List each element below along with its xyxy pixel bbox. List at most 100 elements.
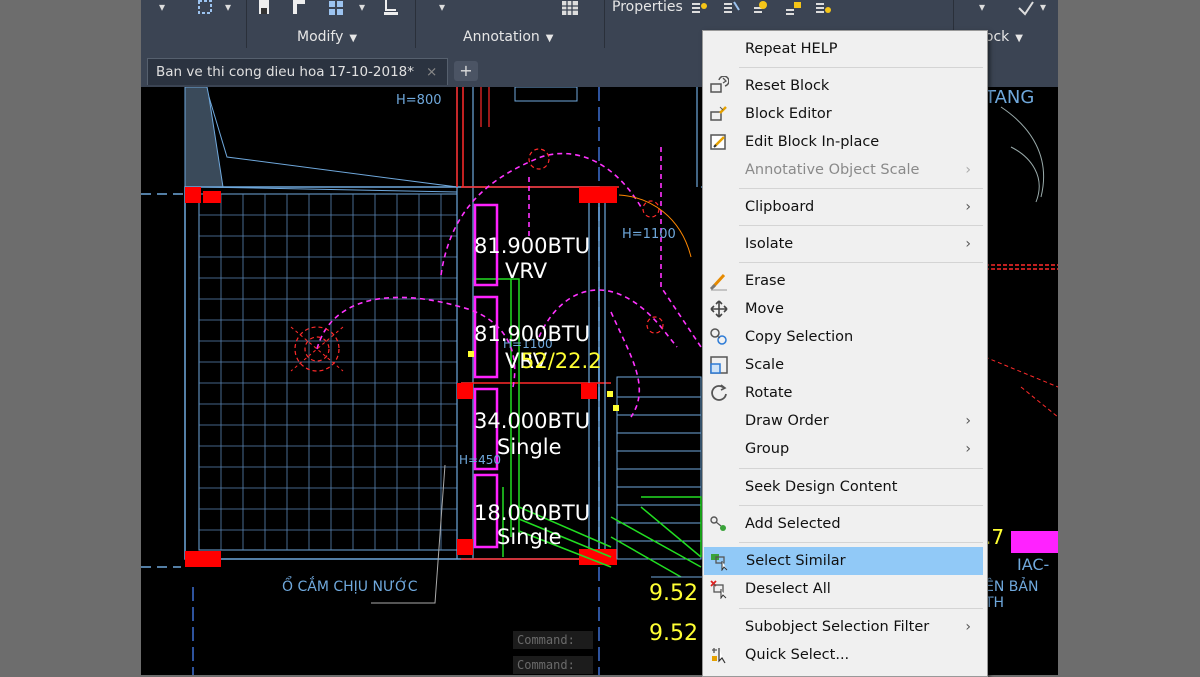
close-icon[interactable]: ×: [426, 64, 437, 80]
dimension-label: 9.52: [649, 621, 698, 646]
layer-icon[interactable]: [753, 0, 771, 16]
menu-item-add-selected[interactable]: Add Selected: [703, 510, 985, 538]
menu-item-edit-block-in-place[interactable]: Edit Block In-place: [703, 128, 985, 156]
deselect-icon: [710, 580, 727, 599]
ribbon-separator: [604, 0, 605, 48]
column: [581, 383, 597, 399]
red-line: [480, 87, 490, 127]
menu-item-seek-design-content[interactable]: Seek Design Content: [703, 473, 985, 501]
panel-title-modify[interactable]: Modify ▼: [297, 27, 357, 47]
edit-block-icon: [710, 134, 726, 150]
pipe-size-label: 52/22.2: [521, 349, 602, 373]
note-label: ÊN BẢN TH: [985, 579, 1039, 611]
column: [457, 383, 473, 399]
panel-title-annotation[interactable]: Annotation ▼: [463, 27, 553, 47]
furniture-outline: [1000, 106, 1045, 203]
dropdown-arrow-icon[interactable]: ▾: [225, 0, 243, 16]
menu-separator: [739, 468, 983, 469]
command-history-line: Command:: [513, 656, 593, 674]
block-attribute-icon[interactable]: [1017, 0, 1035, 16]
menu-item-annotative-object-scale[interactable]: Annotative Object Scale ›: [703, 156, 985, 184]
menu-item-repeat-help[interactable]: Repeat HELP: [703, 35, 985, 63]
add-selected-icon: [710, 516, 726, 531]
quick-select-icon: [712, 648, 726, 664]
layer-icon[interactable]: [691, 0, 709, 16]
red-wall: [456, 87, 464, 187]
dropdown-arrow-icon[interactable]: ▾: [1040, 0, 1058, 16]
unit-capacity-label: 34.000BTU: [474, 409, 591, 433]
menu-item-erase[interactable]: Erase: [703, 267, 985, 295]
menu-separator: [739, 67, 983, 68]
explode-icon[interactable]: [256, 0, 274, 16]
layer-icon[interactable]: [723, 0, 741, 16]
menu-item-select-similar[interactable]: Select Similar: [704, 547, 983, 575]
wall-hatch: [184, 87, 224, 188]
column: [457, 539, 473, 555]
command-history-line: Command:: [513, 631, 593, 649]
menu-item-draw-order[interactable]: Draw Order ›: [703, 407, 985, 435]
column: [203, 191, 221, 203]
column: [579, 187, 617, 203]
menu-item-isolate[interactable]: Isolate ›: [703, 230, 985, 258]
menu-item-subobject-selection-filter[interactable]: Subobject Selection Filter ›: [703, 613, 985, 641]
floor-label: TANG: [985, 87, 1035, 108]
grid-array-icon[interactable]: [328, 0, 346, 16]
layer-icon[interactable]: [815, 0, 833, 16]
dimension-label: 9.52: [649, 581, 698, 606]
dropdown-arrow-icon[interactable]: ▾: [159, 0, 177, 16]
red-wall: [985, 264, 1058, 270]
file-tab[interactable]: Ban ve thi cong dieu hoa 17-10-2018* ×: [147, 58, 449, 85]
block-editor-icon: [710, 106, 727, 121]
layer-lock-icon[interactable]: [785, 0, 803, 16]
context-menu: Repeat HELP Reset Block Block Editor Edi…: [702, 30, 988, 677]
menu-item-move[interactable]: Move: [703, 295, 985, 323]
height-label: H=800: [396, 93, 442, 108]
menu-item-group[interactable]: Group ›: [703, 435, 985, 463]
column: [185, 187, 201, 203]
unit-type-label: Single: [497, 525, 562, 549]
dropdown-arrow-icon[interactable]: ▾: [439, 0, 457, 16]
offset-icon[interactable]: [291, 0, 309, 16]
menu-item-clipboard[interactable]: Clipboard ›: [703, 193, 985, 221]
unit-code-label: IAC-: [1017, 555, 1050, 574]
red-line: [984, 356, 1058, 418]
menu-item-deselect-all[interactable]: Deselect All: [703, 575, 985, 603]
menu-item-scale[interactable]: Scale: [703, 351, 985, 379]
ribbon-separator: [246, 0, 247, 48]
submenu-arrow-icon: ›: [965, 441, 971, 457]
move-icon: [710, 300, 728, 318]
door-swing: [618, 194, 692, 258]
socket-label: Ổ CẮM CHỊU NƯỚC: [282, 579, 418, 595]
room-outline: [198, 193, 458, 551]
submenu-arrow-icon: ›: [965, 619, 971, 635]
dropdown-arrow-icon[interactable]: ▾: [979, 0, 997, 16]
height-label: H=1100: [622, 227, 676, 242]
menu-item-quick-select[interactable]: Quick Select...: [703, 641, 985, 669]
select-similar-icon: [711, 554, 728, 571]
menu-item-block-editor[interactable]: Block Editor: [703, 100, 985, 128]
menu-separator: [739, 225, 983, 226]
menu-item-copy-selection[interactable]: Copy Selection: [703, 323, 985, 351]
unit-type-label: VRV: [505, 259, 548, 283]
outdoor-unit: [1011, 531, 1058, 553]
dropdown-arrow-icon[interactable]: ▾: [359, 0, 377, 16]
stretch-icon[interactable]: [382, 0, 400, 16]
unit-capacity-label: 81.900BTU: [474, 322, 591, 346]
menu-separator: [739, 542, 983, 543]
unit-capacity-label: 81.900BTU: [474, 234, 591, 258]
unit-capacity-label: 18.000BTU: [474, 501, 591, 525]
submenu-arrow-icon: ›: [965, 413, 971, 429]
new-tab-button[interactable]: +: [454, 61, 478, 81]
menu-separator: [739, 262, 983, 263]
menu-separator: [739, 188, 983, 189]
stairs: [616, 376, 702, 560]
table-icon[interactable]: [561, 0, 579, 16]
menu-item-reset-block[interactable]: Reset Block: [703, 72, 985, 100]
array-icon[interactable]: [197, 0, 215, 16]
height-label: H=450: [459, 453, 501, 467]
rotate-icon: [711, 384, 727, 401]
panel-title-properties[interactable]: Properties: [612, 0, 683, 17]
partition-wall: [456, 87, 474, 559]
menu-item-rotate[interactable]: Rotate: [703, 379, 985, 407]
reset-block-icon: [710, 76, 729, 93]
